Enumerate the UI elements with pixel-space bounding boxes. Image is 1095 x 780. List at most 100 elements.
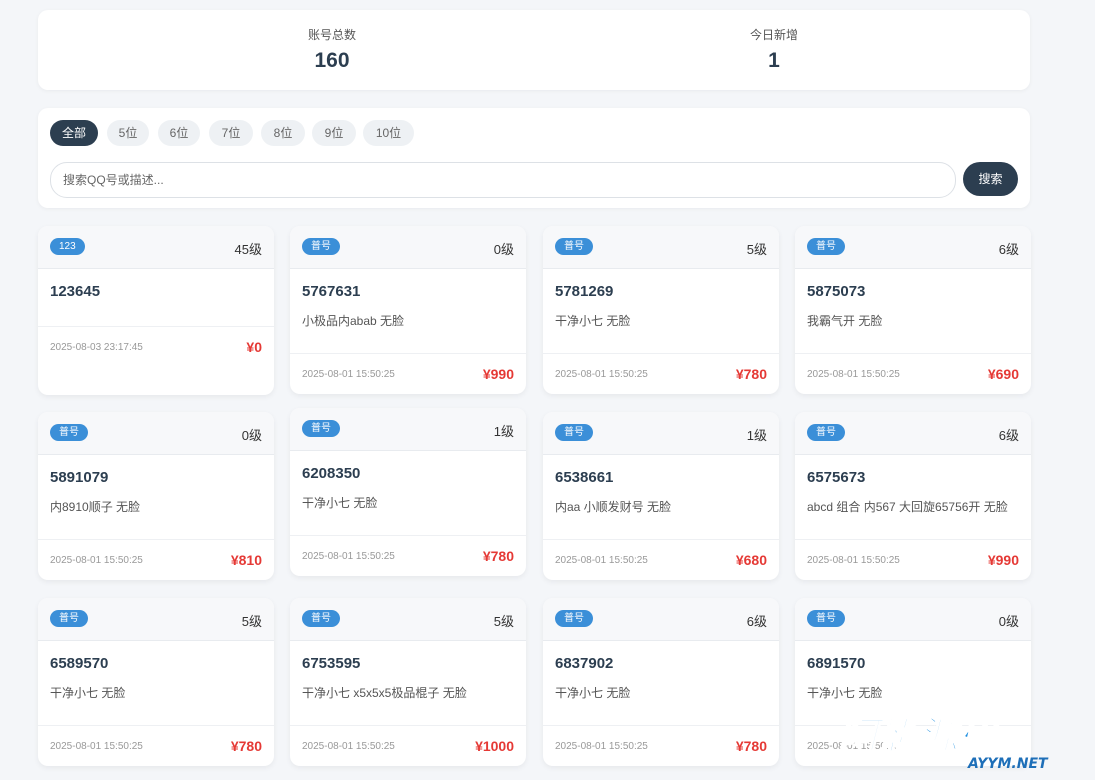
card-header: 普号 6级 (795, 412, 1031, 455)
listing-date: 2025-08-01 15:50:25 (302, 369, 395, 380)
type-badge: 普号 (555, 424, 593, 441)
account-card[interactable]: 普号 0级 5767631 小极品内abab 无脸 2025-08-01 15:… (290, 226, 526, 394)
filter-panel: 全部 5位 6位 7位 8位 9位 10位 搜索 (38, 108, 1030, 208)
search-button[interactable]: 搜索 (963, 162, 1018, 196)
price-label: ¥780 (735, 738, 767, 754)
stat-today-value: 1 (768, 49, 780, 72)
listing-date: 2025-08-03 23:17:45 (50, 342, 143, 353)
price-label: ¥990 (987, 552, 1019, 568)
level-label: 5级 (493, 614, 514, 629)
listing-date: 2025-08-01 15:50:25 (555, 555, 648, 566)
stat-today: 今日新增 1 (674, 26, 874, 73)
level-label: 1级 (746, 428, 767, 443)
account-number: 6891570 (807, 655, 866, 672)
card-header: 普号 5级 (543, 226, 779, 269)
card-header: 普号 1级 (543, 412, 779, 455)
card-footer: 2025-08-01 15:50:25 ¥990 (795, 539, 1031, 580)
account-card[interactable]: 普号 6级 5875073 我霸气开 无脸 2025-08-01 15:50:2… (795, 226, 1031, 394)
card-footer: 2025-08-01 15:50:25 ¥990 (290, 353, 526, 394)
level-label: 6级 (998, 428, 1019, 443)
listing-date: 2025-08-01 15:50:25 (50, 555, 143, 566)
card-body: 6575673 abcd 组合 内567 大回旋65756开 无脸 (795, 455, 1031, 539)
price-label: ¥810 (230, 552, 262, 568)
filter-chip-all[interactable]: 全部 (50, 120, 98, 146)
account-number: 5781269 (555, 283, 614, 300)
filter-chip-10[interactable]: 10位 (363, 120, 414, 146)
card-header: 普号 6级 (543, 598, 779, 641)
account-description: abcd 组合 内567 大回旋65756开 无脸 (807, 500, 1008, 514)
price-label: ¥680 (735, 552, 767, 568)
card-header: 普号 0级 (795, 598, 1031, 641)
account-number: 6837902 (555, 655, 614, 672)
card-footer: 2025-08-01 15:50:25 ¥780 (38, 725, 274, 766)
price-label: ¥690 (987, 366, 1019, 382)
type-badge: 普号 (807, 238, 845, 255)
level-label: 0级 (998, 614, 1019, 629)
filter-chip-5[interactable]: 5位 (107, 120, 149, 146)
listing-date: 2025-08-01 15:50:25 (807, 369, 900, 380)
account-number: 5891079 (50, 469, 109, 486)
card-footer: 2025-08-03 23:17:45 ¥0 (38, 326, 274, 395)
watermark-text: 阿影源码 (838, 714, 1001, 760)
stat-total-label: 账号总数 (307, 28, 356, 42)
search-input[interactable] (50, 162, 956, 198)
price-label: ¥0 (246, 339, 262, 355)
card-header: 123 45级 (38, 226, 274, 269)
type-badge: 普号 (302, 420, 340, 437)
filter-chip-8[interactable]: 8位 (261, 120, 305, 146)
account-card[interactable]: 普号 0级 5891079 内8910顺子 无脸 2025-08-01 15:5… (38, 412, 274, 580)
price-label: ¥990 (482, 366, 514, 382)
card-footer: 2025-08-01 15:50:25 ¥780 (543, 353, 779, 394)
card-body: 5781269 干净小七 无脸 (543, 269, 779, 353)
level-label: 0级 (241, 428, 262, 443)
filter-chip-7[interactable]: 7位 (209, 120, 253, 146)
account-card[interactable]: 普号 1级 6208350 干净小七 无脸 2025-08-01 15:50:2… (290, 408, 526, 576)
account-card[interactable]: 普号 5级 5781269 干净小七 无脸 2025-08-01 15:50:2… (543, 226, 779, 394)
account-description: 干净小七 无脸 (555, 314, 631, 328)
account-number: 123645 (50, 283, 101, 300)
card-body: 6208350 干净小七 无脸 (290, 451, 526, 535)
watermark-logo: 阿影源码 AYYM.NET (837, 713, 1049, 772)
account-number: 5875073 (807, 283, 866, 300)
card-header: 普号 5级 (290, 598, 526, 641)
card-footer: 2025-08-01 15:50:25 ¥780 (290, 535, 526, 576)
card-footer: 2025-08-01 15:50:25 ¥1000 (290, 725, 526, 766)
account-card[interactable]: 普号 5级 6753595 干净小七 x5x5x5极品棍子 无脸 2025-08… (290, 598, 526, 766)
type-badge: 普号 (807, 610, 845, 627)
filter-chip-9[interactable]: 9位 (312, 120, 356, 146)
type-badge: 普号 (555, 238, 593, 255)
card-body: 123645 (38, 269, 274, 326)
level-label: 5级 (746, 242, 767, 257)
level-label: 5级 (241, 614, 262, 629)
listing-date: 2025-08-01 15:50:25 (50, 741, 143, 752)
account-card[interactable]: 普号 6级 6837902 干净小七 无脸 2025-08-01 15:50:2… (543, 598, 779, 766)
card-footer: 2025-08-01 15:50:25 ¥680 (543, 539, 779, 580)
listing-date: 2025-08-01 15:50:25 (555, 369, 648, 380)
account-card[interactable]: 普号 6级 6575673 abcd 组合 内567 大回旋65756开 无脸 … (795, 412, 1031, 580)
level-label: 6级 (746, 614, 767, 629)
stat-today-label: 今日新增 (749, 28, 798, 42)
level-label: 45级 (234, 242, 262, 257)
type-badge: 普号 (50, 424, 88, 441)
account-description: 干净小七 无脸 (50, 686, 126, 700)
account-description: 小极品内abab 无脸 (302, 314, 405, 328)
card-header: 普号 5级 (38, 598, 274, 641)
account-description: 干净小七 x5x5x5极品棍子 无脸 (302, 686, 467, 700)
stat-total: 账号总数 160 (232, 26, 432, 73)
account-number: 6208350 (302, 465, 361, 482)
account-card[interactable]: 普号 1级 6538661 内aa 小顺发财号 无脸 2025-08-01 15… (543, 412, 779, 580)
account-description: 内8910顺子 无脸 (50, 500, 141, 514)
type-badge: 123 (50, 238, 85, 255)
stat-total-value: 160 (314, 49, 350, 72)
account-description: 干净小七 无脸 (302, 496, 378, 510)
filter-chip-6[interactable]: 6位 (158, 120, 200, 146)
account-card[interactable]: 123 45级 123645 2025-08-03 23:17:45 ¥0 (38, 226, 274, 395)
price-label: ¥780 (482, 548, 514, 564)
card-body: 5875073 我霸气开 无脸 (795, 269, 1031, 353)
account-card[interactable]: 普号 5级 6589570 干净小七 无脸 2025-08-01 15:50:2… (38, 598, 274, 766)
price-label: ¥780 (230, 738, 262, 754)
price-label: ¥1000 (475, 738, 514, 754)
stats-panel: 账号总数 160 今日新增 1 (38, 10, 1030, 90)
type-badge: 普号 (302, 610, 340, 627)
card-header: 普号 0级 (38, 412, 274, 455)
